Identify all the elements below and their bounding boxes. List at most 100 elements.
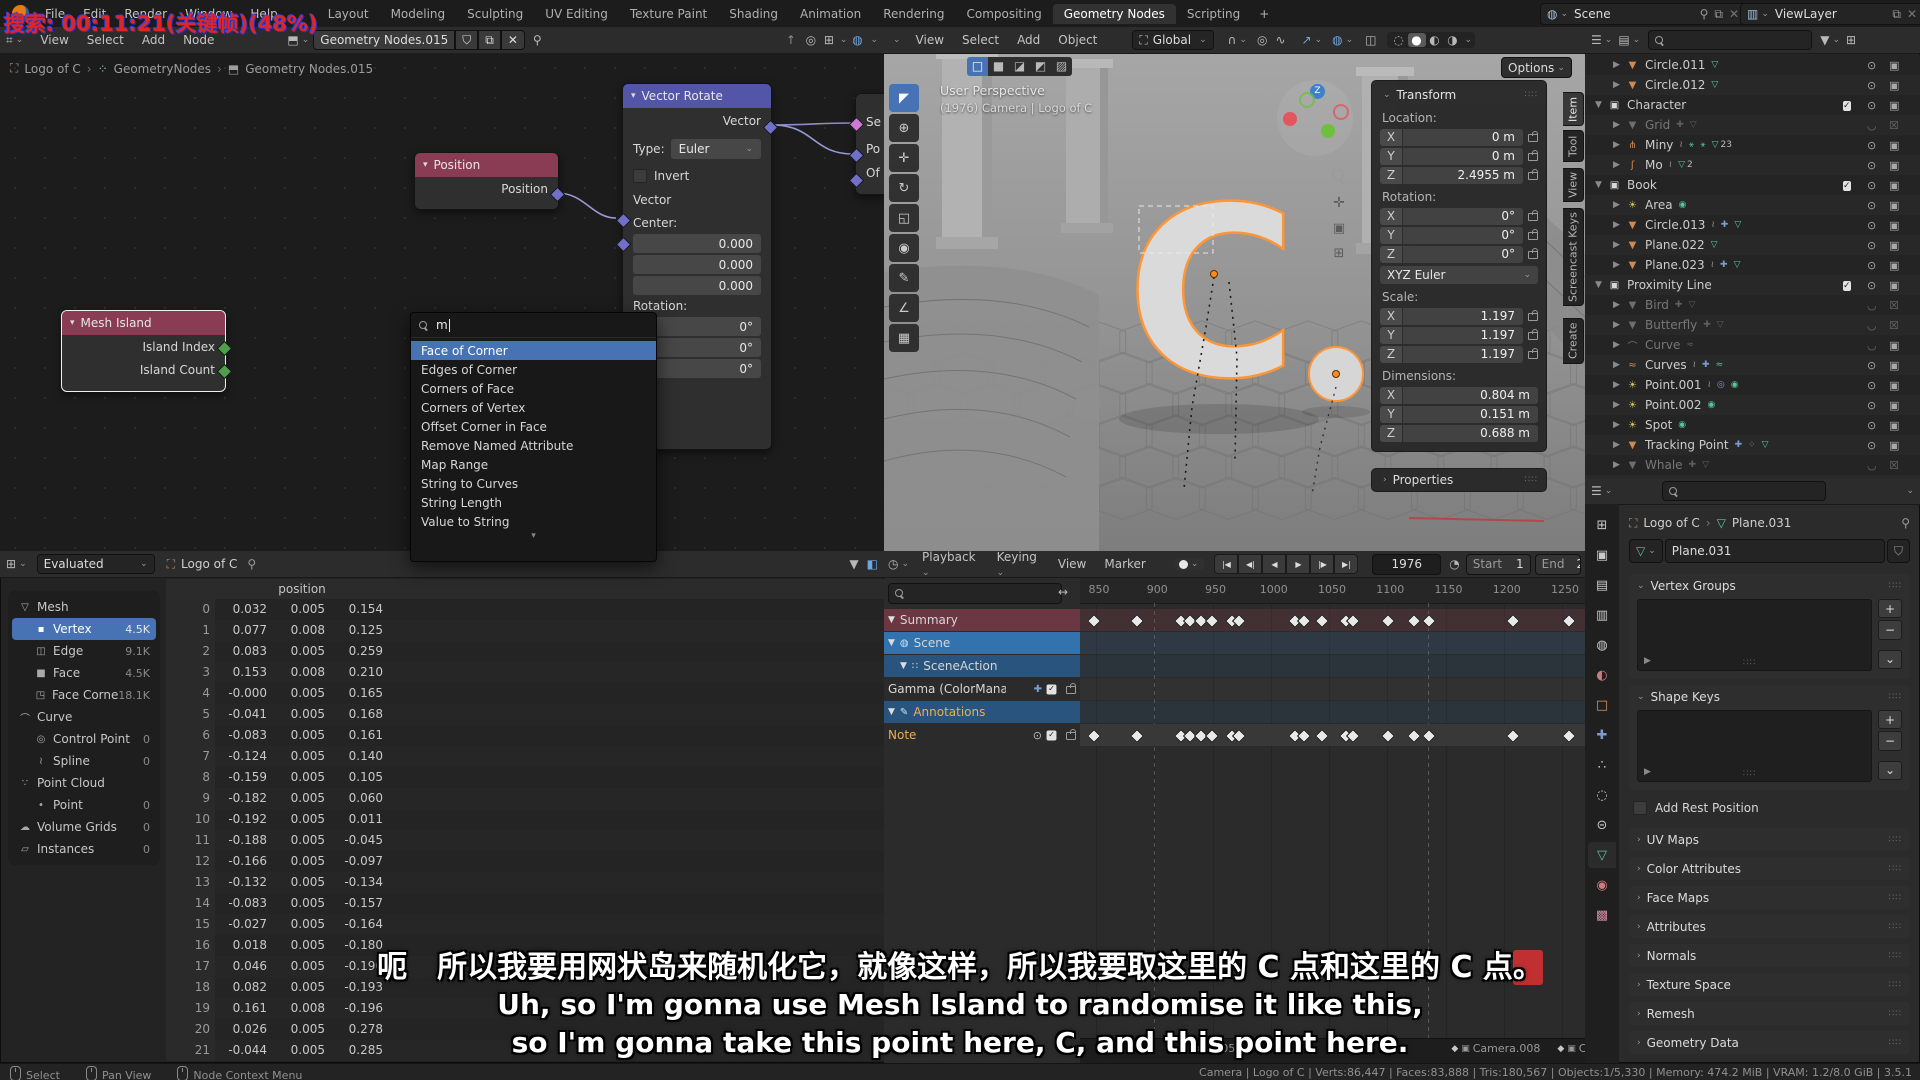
panel-header[interactable]: ›Color Attributes∷∷ (1629, 857, 1910, 880)
jump-to-start-button[interactable]: |◀ (1214, 554, 1238, 574)
panel-color-attributes[interactable]: ›Color Attributes∷∷ (1629, 857, 1910, 880)
workspace-tab-sculpting[interactable]: Sculpting (456, 4, 534, 24)
workspace-tab-compositing[interactable]: Compositing (955, 4, 1052, 24)
hide-viewport-toggle[interactable]: ⊙ (1867, 139, 1876, 152)
object-name[interactable]: Plane.022 (1645, 238, 1705, 252)
editor-type-icon[interactable]: ◷ (888, 557, 898, 571)
add-rest-position-checkbox[interactable] (1633, 801, 1647, 815)
disable-render-toggle[interactable]: ☒ (1889, 299, 1899, 312)
disclosure-triangle-icon[interactable]: ▶ (1613, 400, 1625, 410)
lock-icon[interactable] (1528, 231, 1538, 240)
object-name[interactable]: Grid (1645, 118, 1670, 132)
table-row[interactable]: 9-0.1820.0050.060 (166, 788, 884, 810)
outliner-row-mo[interactable]: ▶ʃMo≀▽2⊙▣ (1585, 155, 1920, 175)
channel-scene[interactable]: ▼◍Scene (884, 632, 1080, 654)
expand-icon[interactable]: ↔ (1058, 585, 1068, 599)
collection-checkbox[interactable]: ✓ (1843, 98, 1851, 112)
object-name[interactable]: Plane.023 (1645, 258, 1705, 272)
add-primitive-tool-icon[interactable]: ▦ (889, 324, 919, 352)
disable-render-toggle[interactable]: ▣ (1889, 179, 1899, 192)
select-tool-icon[interactable]: ◤ (889, 84, 919, 112)
menu-add[interactable]: Add (1008, 33, 1049, 47)
object-name[interactable]: Curve (1645, 338, 1680, 352)
copy-icon[interactable]: ⧉ (1714, 7, 1723, 22)
add-workspace-button[interactable]: + (1251, 7, 1277, 21)
channel-sceneaction[interactable]: ▼∷SceneAction (884, 655, 1080, 677)
lock-icon[interactable] (1528, 212, 1538, 221)
play-reverse-button[interactable]: ◀ (1262, 554, 1286, 574)
search-result-item[interactable]: Map Range (411, 455, 656, 474)
jump-to-end-button[interactable]: ▶| (1334, 554, 1358, 574)
object-name[interactable]: Mo (1645, 158, 1663, 172)
disclosure-triangle-icon[interactable]: ▶ (1613, 440, 1625, 450)
gizmo-x-neg[interactable] (1333, 104, 1349, 120)
list-box[interactable]: ▶∷∷ (1637, 710, 1872, 782)
transform-orientation-dropdown[interactable]: ⛶ Global⌄ (1132, 30, 1213, 50)
disclosure-triangle-icon[interactable]: ▶ (1613, 240, 1625, 250)
object-name[interactable]: Point.002 (1645, 398, 1702, 412)
dataset-edge[interactable]: ◫Edge9.1K (12, 640, 156, 662)
panel-header[interactable]: ⌄Shape Keys∷∷ (1629, 685, 1910, 708)
hide-viewport-toggle[interactable]: ⊙ (1867, 359, 1876, 372)
outliner-row-miny[interactable]: ▶⋔Miny≀⚹⚹▽23⊙▣ (1585, 135, 1920, 155)
disclosure-triangle-icon[interactable]: ▶ (1613, 320, 1625, 330)
outliner-row-character[interactable]: ▼▣Character✓⊙▣ (1585, 95, 1920, 115)
menu-marker[interactable]: Marker (1095, 557, 1154, 571)
auto-key-button[interactable]: ⌄ (1173, 558, 1205, 570)
spreadsheet-object-name[interactable]: Logo of C (181, 557, 237, 571)
disable-render-toggle[interactable]: ☒ (1889, 459, 1899, 472)
object-name[interactable]: Circle.011 (1645, 58, 1705, 72)
outliner-row-plane-023[interactable]: ▶▼Plane.023≀✚▽⊙▣ (1585, 255, 1920, 275)
gizmo-x-axis[interactable] (1283, 112, 1297, 126)
value-field[interactable]: 0.804 m (1403, 387, 1538, 404)
pin-icon[interactable]: ⚲ (1700, 7, 1709, 21)
rotate-tool-icon[interactable]: ↻ (889, 174, 919, 202)
value-field[interactable]: 0 m (1403, 148, 1523, 165)
disclosure-triangle-icon[interactable]: ▶ (1613, 120, 1625, 130)
channel-checkbox[interactable]: ✓ (1047, 730, 1057, 740)
properties-tab-world[interactable]: ◐ (1588, 662, 1616, 688)
navigation-gizmo[interactable]: Z (1277, 80, 1353, 156)
object-name[interactable]: Miny (1645, 138, 1673, 152)
hide-viewport-toggle[interactable]: ⊙ (1867, 99, 1876, 112)
outliner-row-butterfly[interactable]: ▶▼Butterfly✚▽◡☒ (1585, 315, 1920, 335)
disable-render-toggle[interactable]: ▣ (1889, 259, 1899, 272)
outliner-row-curve[interactable]: ▶⌒Curve≈◡▣ (1585, 335, 1920, 355)
list-grip[interactable]: ∷∷ (1743, 769, 1756, 779)
hide-viewport-toggle[interactable]: ⊙ (1867, 159, 1876, 172)
lock-icon[interactable] (1528, 350, 1538, 359)
outliner-row-proximity-line[interactable]: ▼▣Proximity Line✓⊙▣ (1585, 275, 1920, 295)
dataset-face[interactable]: ■Face4.5K (12, 662, 156, 684)
dataset-mesh[interactable]: ▽Mesh (12, 596, 156, 618)
disclosure-triangle-icon[interactable]: ▼ (1595, 180, 1607, 190)
new-copy-icon[interactable]: ⧉ (478, 30, 501, 50)
xray-toggle-icon[interactable]: ◫ (1365, 33, 1376, 47)
disable-render-toggle[interactable]: ▣ (1889, 399, 1899, 412)
close-icon[interactable]: ✕ (1907, 7, 1917, 21)
falloff-icon[interactable]: ∿ (1275, 33, 1285, 47)
properties-tab-modifiers[interactable]: ✚ (1588, 722, 1616, 748)
collapse-icon[interactable]: ▾ (70, 318, 75, 328)
hide-viewport-toggle[interactable]: ⊙ (1867, 219, 1876, 232)
display-mode-icon[interactable]: ▤ (1618, 33, 1629, 47)
dataset-face-corner[interactable]: ◳Face Corner18.1K (12, 684, 156, 706)
viewlayer-selector[interactable]: ▥⌄ ViewLayer ⧉ ✕ (1740, 3, 1920, 25)
disclosure-triangle-icon[interactable]: ▶ (1613, 300, 1625, 310)
expand-triangle-icon[interactable]: ▶ (1644, 656, 1651, 666)
outliner-row-circle-011[interactable]: ▶▼Circle.011▽⊙▣ (1585, 55, 1920, 75)
outliner-row-curves[interactable]: ▶≈Curves≀✚≈⊙▣ (1585, 355, 1920, 375)
table-row[interactable]: 7-0.1240.0050.140 (166, 746, 884, 768)
menu-view[interactable]: View (1049, 557, 1095, 571)
disable-render-toggle[interactable]: ▣ (1889, 239, 1899, 252)
disable-render-toggle[interactable]: ▣ (1889, 379, 1899, 392)
column-header-position[interactable]: position (215, 579, 389, 599)
outliner-row-grid[interactable]: ▶▼Grid✚▽◡☒ (1585, 115, 1920, 135)
disable-render-toggle[interactable]: ▣ (1889, 359, 1899, 372)
node-mesh-island[interactable]: ▾ Mesh Island Island Index Island Count (61, 310, 226, 392)
table-row[interactable]: 20.0830.0050.259 (166, 641, 884, 663)
workspace-tab-shading[interactable]: Shading (718, 4, 789, 24)
rotation-mode-dropdown[interactable]: XYZ Euler⌄ (1380, 266, 1538, 284)
object-name[interactable]: Whale (1645, 458, 1683, 472)
hide-viewport-toggle[interactable]: ◡ (1867, 319, 1877, 332)
disclosure-triangle-icon[interactable]: ▼ (1595, 280, 1607, 290)
